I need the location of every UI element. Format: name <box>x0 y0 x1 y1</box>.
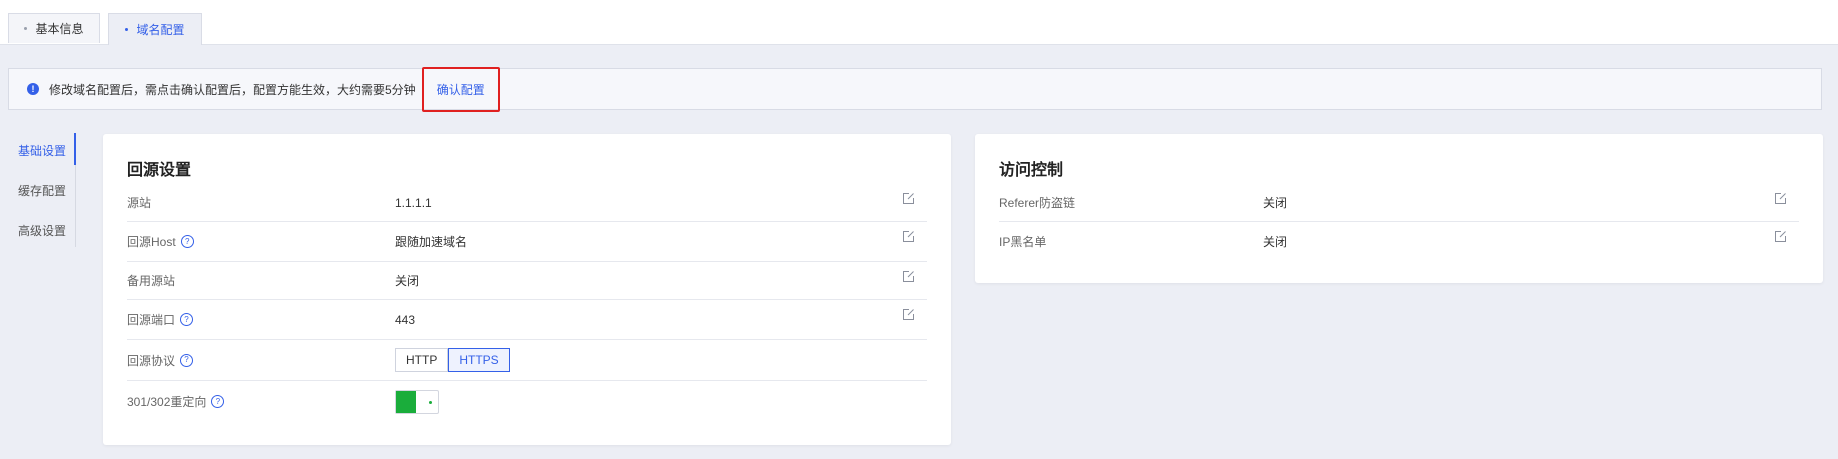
row-label-text: 回源端口 <box>127 313 176 327</box>
row-referer: Referer防盗链 关闭 <box>999 184 1799 222</box>
edit-icon[interactable] <box>902 192 915 205</box>
row-label: 回源端口 ? <box>127 300 194 339</box>
edit-icon[interactable] <box>902 270 915 283</box>
tab-dot-icon <box>125 28 129 31</box>
row-redirect: 301/302重定向 ? <box>127 381 927 422</box>
edit-icon[interactable] <box>1774 192 1787 205</box>
row-backup-origin: 备用源站 关闭 <box>127 262 927 300</box>
card-title: 回源设置 <box>127 162 192 179</box>
row-label: 301/302重定向 ? <box>127 381 225 422</box>
row-value: 关闭 <box>1263 234 1288 249</box>
confirm-config-link[interactable]: 确认配置 <box>421 66 500 112</box>
origin-settings-card: 回源设置 源站 1.1.1.1 回源Host ? 跟随加速域名 备用源站 关闭 … <box>103 134 951 445</box>
row-value: 关闭 <box>395 274 420 288</box>
edit-icon[interactable] <box>1774 230 1787 243</box>
help-icon[interactable]: ? <box>180 313 194 326</box>
row-origin-protocol: 回源协议 ? HTTP HTTPS <box>127 340 927 381</box>
help-icon[interactable]: ? <box>211 395 225 408</box>
menu-item-advanced-settings[interactable]: 高级设置 <box>18 222 66 239</box>
row-origin-site: 源站 1.1.1.1 <box>127 184 927 222</box>
row-value: 1.1.1.1 <box>395 195 432 210</box>
tab-bar: 基本信息 域名配置 <box>0 0 1838 45</box>
toggle-knob <box>396 390 416 413</box>
notice-message: 修改域名配置后，需点击确认配置后，配置方能生效，大约需要5分钟 <box>49 82 416 97</box>
row-label-text: 回源协议 <box>127 353 176 368</box>
row-value: 关闭 <box>1263 196 1288 210</box>
toggle-indicator <box>429 400 432 404</box>
row-ip-blacklist: IP黑名单 关闭 <box>999 222 1799 260</box>
protocol-option-https[interactable]: HTTPS <box>448 348 510 372</box>
access-control-card: 访问控制 Referer防盗链 关闭 IP黑名单 关闭 <box>975 134 1823 283</box>
card-title: 访问控制 <box>999 162 1064 179</box>
tab-label: 基本信息 <box>35 22 84 36</box>
info-icon: ! <box>27 83 39 95</box>
help-icon[interactable]: ? <box>180 235 194 248</box>
side-menu: 基础设置 缓存配置 高级设置 <box>0 133 78 247</box>
row-label-text: 回源Host <box>127 235 176 249</box>
row-label: 回源协议 ? <box>127 340 194 380</box>
protocol-segmented-control: HTTP HTTPS <box>395 340 510 380</box>
row-label: 源站 <box>127 196 152 210</box>
redirect-toggle[interactable] <box>395 389 439 414</box>
row-label: 备用源站 <box>127 274 176 288</box>
edit-icon[interactable] <box>902 308 915 321</box>
tab-domain-config[interactable]: 域名配置 <box>108 13 202 45</box>
notice-bar: ! 修改域名配置后，需点击确认配置后，配置方能生效，大约需要5分钟 确认配置 <box>8 66 1822 112</box>
row-value: 跟随加速域名 <box>395 235 468 249</box>
help-icon[interactable]: ? <box>180 353 194 367</box>
row-value: 443 <box>395 312 416 327</box>
tab-basic-info[interactable]: 基本信息 <box>8 13 100 43</box>
row-origin-host: 回源Host ? 跟随加速域名 <box>127 222 927 262</box>
tab-dot-icon <box>24 27 28 30</box>
menu-active-indicator <box>74 133 76 165</box>
row-origin-port: 回源端口 ? 443 <box>127 300 927 340</box>
edit-icon[interactable] <box>902 230 915 243</box>
menu-item-basic-settings[interactable]: 基础设置 <box>18 142 66 159</box>
row-label: Referer防盗链 <box>999 196 1076 210</box>
row-label-text: 301/302重定向 <box>127 395 207 409</box>
protocol-option-http[interactable]: HTTP <box>395 348 449 372</box>
menu-item-cache-config[interactable]: 缓存配置 <box>18 182 66 199</box>
row-label: 回源Host ? <box>127 222 194 261</box>
tab-label: 域名配置 <box>136 23 185 37</box>
redirect-toggle-wrap <box>395 381 439 422</box>
row-label: IP黑名单 <box>999 234 1047 249</box>
